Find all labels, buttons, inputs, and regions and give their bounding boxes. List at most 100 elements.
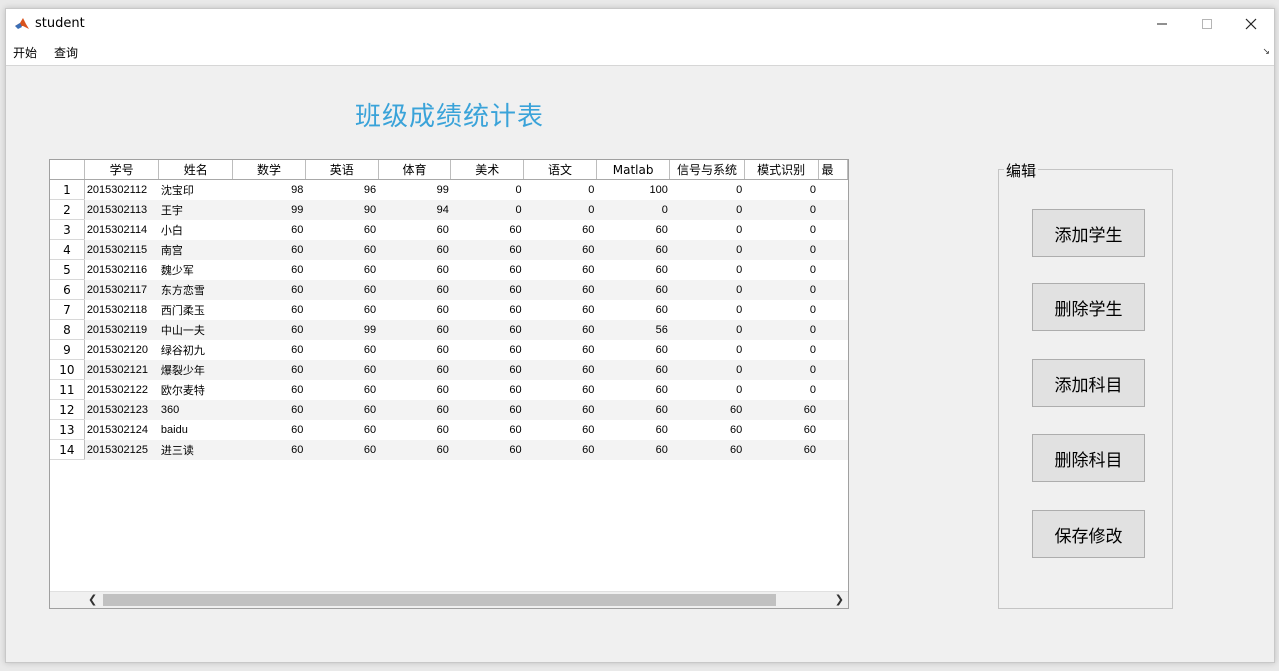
table-cell[interactable]: 60: [523, 239, 597, 260]
table-cell[interactable]: 60: [523, 219, 597, 240]
table-cell[interactable]: 0: [669, 179, 745, 200]
table-cell[interactable]: 60: [450, 439, 524, 460]
table-cell[interactable]: 西门柔玉: [158, 299, 233, 320]
table-cell[interactable]: 60: [523, 299, 597, 320]
table-cell[interactable]: 60: [523, 439, 597, 460]
table-cell[interactable]: 2015302123: [84, 399, 159, 420]
table-cell[interactable]: 2015302124: [84, 419, 159, 440]
table-cell[interactable]: 0: [669, 239, 745, 260]
table-cell[interactable]: 60: [305, 339, 379, 360]
table-cell[interactable]: 60: [450, 319, 524, 340]
column-header[interactable]: 最: [818, 160, 848, 180]
table-cell[interactable]: 2015302116: [84, 259, 159, 280]
table-cell[interactable]: 60: [232, 239, 306, 260]
table-cell[interactable]: 60: [523, 419, 597, 440]
table-cell[interactable]: 沈宝印: [158, 179, 233, 200]
table-cell[interactable]: 0: [669, 259, 745, 280]
table-cell[interactable]: 2015302117: [84, 279, 159, 300]
table-cell[interactable]: 60: [232, 399, 306, 420]
table-cell[interactable]: 2015302125: [84, 439, 159, 460]
table-cell[interactable]: 60: [305, 379, 379, 400]
table-cell[interactable]: 100: [596, 179, 670, 200]
row-number[interactable]: 5: [50, 259, 85, 280]
table-cell[interactable]: 60: [305, 359, 379, 380]
row-number[interactable]: 8: [50, 319, 85, 340]
table-cell[interactable]: 60: [378, 399, 451, 420]
table-cell[interactable]: 南宫: [158, 239, 233, 260]
table-cell[interactable]: 爆裂少年: [158, 359, 233, 380]
table-cell[interactable]: 60: [378, 439, 451, 460]
row-number[interactable]: 14: [50, 439, 85, 460]
column-header[interactable]: 体育: [378, 160, 452, 180]
table-cell[interactable]: 60: [305, 279, 379, 300]
table-cell[interactable]: 60: [596, 399, 670, 420]
table-cell[interactable]: 0: [523, 179, 597, 200]
table-cell[interactable]: 60: [596, 219, 670, 240]
table-cell[interactable]: 60: [305, 299, 379, 320]
score-table[interactable]: 学号 姓名 数学 英语 体育 美术 语文 Matlab 信号与系统 模式识别 最…: [49, 159, 849, 609]
row-number[interactable]: 12: [50, 399, 85, 420]
table-cell[interactable]: 60: [744, 399, 819, 420]
table-cell[interactable]: 60: [232, 279, 306, 300]
table-cell[interactable]: 60: [450, 359, 524, 380]
table-cell[interactable]: 2015302112: [84, 179, 159, 200]
table-cell[interactable]: 60: [450, 259, 524, 280]
table-cell[interactable]: 60: [232, 359, 306, 380]
table-cell[interactable]: 99: [305, 319, 379, 340]
table-cell[interactable]: 0: [744, 219, 819, 240]
table-cell[interactable]: 60: [232, 419, 306, 440]
table-cell[interactable]: 60: [232, 439, 306, 460]
table-cell[interactable]: 60: [669, 439, 745, 460]
table-cell[interactable]: 0: [744, 259, 819, 280]
table-cell[interactable]: 98: [232, 179, 306, 200]
table-cell[interactable]: 0: [669, 279, 745, 300]
table-cell[interactable]: 60: [669, 419, 745, 440]
table-cell[interactable]: 60: [523, 279, 597, 300]
table-cell[interactable]: 0: [669, 379, 745, 400]
table-cell[interactable]: 60: [305, 259, 379, 280]
table-cell[interactable]: 60: [450, 399, 524, 420]
table-cell[interactable]: 0: [744, 279, 819, 300]
table-cell[interactable]: 2015302119: [84, 319, 159, 340]
column-header[interactable]: Matlab: [596, 160, 671, 180]
table-cell[interactable]: 94: [378, 199, 451, 220]
table-cell[interactable]: 0: [523, 199, 597, 220]
table-cell[interactable]: 60: [596, 339, 670, 360]
column-header[interactable]: 美术: [450, 160, 525, 180]
row-number[interactable]: 9: [50, 339, 85, 360]
table-cell[interactable]: 0: [744, 379, 819, 400]
table-cell[interactable]: 99: [378, 179, 451, 200]
table-cell[interactable]: 0: [450, 179, 524, 200]
table-cell[interactable]: 60: [523, 379, 597, 400]
table-cell[interactable]: 0: [450, 199, 524, 220]
table-cell[interactable]: 60: [596, 419, 670, 440]
table-cell[interactable]: 60: [450, 239, 524, 260]
table-cell[interactable]: 欧尔麦特: [158, 379, 233, 400]
table-cell[interactable]: 60: [450, 219, 524, 240]
table-cell[interactable]: 0: [669, 299, 745, 320]
table-cell[interactable]: 60: [523, 259, 597, 280]
horizontal-scrollbar[interactable]: ❮ ❯: [50, 591, 848, 608]
table-cell[interactable]: 0: [744, 339, 819, 360]
table-cell[interactable]: 0: [669, 219, 745, 240]
row-number[interactable]: 10: [50, 359, 85, 380]
table-cell[interactable]: 60: [232, 339, 306, 360]
table-cell[interactable]: 60: [596, 279, 670, 300]
row-number[interactable]: 7: [50, 299, 85, 320]
table-cell[interactable]: 60: [450, 299, 524, 320]
table-cell[interactable]: 0: [596, 199, 670, 220]
row-number[interactable]: 1: [50, 179, 85, 200]
table-cell[interactable]: 96: [305, 179, 379, 200]
menu-start[interactable]: 开始: [13, 44, 37, 61]
table-cell[interactable]: 60: [669, 399, 745, 420]
column-header[interactable]: 模式识别: [744, 160, 819, 180]
table-cell[interactable]: 56: [596, 319, 670, 340]
table-cell[interactable]: 60: [232, 319, 306, 340]
table-cell[interactable]: 0: [669, 359, 745, 380]
scrollbar-thumb[interactable]: [103, 594, 776, 606]
table-cell[interactable]: 60: [305, 399, 379, 420]
close-button[interactable]: [1228, 9, 1274, 39]
table-cell[interactable]: 绿谷初九: [158, 339, 233, 360]
table-cell[interactable]: 王宇: [158, 199, 233, 220]
table-cell[interactable]: 进三读: [158, 439, 233, 460]
